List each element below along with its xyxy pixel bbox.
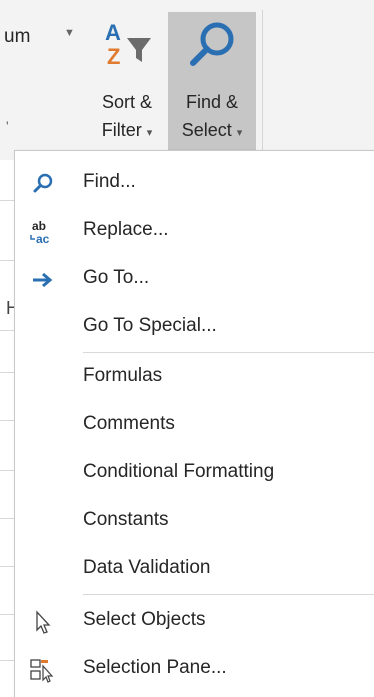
menu-item-label: Constants [83, 509, 169, 530]
menu-item-find[interactable]: Find... [15, 159, 374, 207]
menu-item-label: Go To Special... [83, 315, 217, 336]
svg-text:ab: ab [32, 219, 46, 233]
menu-separator [83, 594, 374, 595]
gridline [0, 260, 14, 261]
autosum-label[interactable]: um [4, 26, 30, 48]
menu-item-label: Formulas [83, 365, 163, 386]
menu-item-label: Data Validation [83, 557, 211, 578]
autosum-dropdown-caret[interactable]: ▼ [64, 27, 75, 39]
arrow-right-icon [33, 272, 53, 288]
clear-button-fragment[interactable]: ' [6, 118, 9, 134]
menu-item-comments[interactable]: Comments [15, 401, 374, 449]
menu-item-label: Conditional Formatting [83, 461, 275, 482]
menu-item-conditional-formatting[interactable]: Conditional Formatting [15, 449, 374, 497]
chevron-down-icon: ▾ [236, 127, 243, 139]
gridline [0, 566, 14, 567]
menu-item-go-to[interactable]: Go To... [15, 255, 374, 303]
svg-text:ac: ac [36, 232, 50, 246]
menu-item-label: Find... [83, 171, 136, 192]
replace-icon: ab ac [30, 219, 50, 246]
ribbon: um ▼ ' A Z Sort & Filter ▾ Find & Select… [0, 0, 374, 160]
find-select-button[interactable]: Find & Select ▾ [168, 12, 256, 152]
menu-item-label: Replace... [83, 219, 169, 240]
menu-item-constants[interactable]: Constants [15, 497, 374, 545]
gridline [0, 470, 14, 471]
gridline [0, 660, 14, 661]
svg-text:A: A [105, 20, 121, 45]
sort-filter-icon: A Z [105, 20, 151, 69]
worksheet-edge [0, 160, 14, 696]
ribbon-group-divider [262, 10, 263, 150]
gridline [0, 518, 14, 519]
menu-item-select-objects[interactable]: Select Objects [15, 597, 374, 645]
menu-item-label: Select Objects [83, 609, 206, 630]
menu-item-replace[interactable]: ab ac Replace... [15, 207, 374, 255]
menu-item-data-validation[interactable]: Data Validation [15, 545, 374, 593]
gridline [0, 420, 14, 421]
magnifier-icon [190, 22, 234, 66]
find-select-label-line1: Find & [185, 92, 239, 112]
gridline [0, 200, 14, 201]
sort-filter-label-line1: Sort & [101, 92, 153, 112]
find-select-menu: Find... ab ac Replace... Go To... Go To … [14, 150, 374, 697]
find-select-label-line2: Select ▾ [181, 120, 243, 140]
svg-text:Z: Z [107, 44, 120, 69]
sort-filter-button[interactable]: A Z Sort & Filter ▾ [88, 12, 166, 152]
menu-item-go-to-special[interactable]: Go To Special... [15, 303, 374, 351]
sort-filter-label-line2: Filter ▾ [101, 120, 153, 140]
menu-item-label: Comments [83, 413, 175, 434]
chevron-down-icon: ▾ [146, 127, 153, 139]
cursor-arrow-icon [36, 610, 51, 634]
menu-item-label: Selection Pane... [83, 657, 227, 678]
gridline [0, 614, 14, 615]
menu-item-selection-pane[interactable]: Selection Pane... [15, 645, 374, 693]
menu-item-label: Go To... [83, 267, 150, 288]
selection-pane-icon [30, 659, 54, 683]
gridline [0, 330, 14, 331]
gridline [0, 372, 14, 373]
magnifier-icon [33, 173, 53, 193]
menu-item-formulas[interactable]: Formulas [15, 353, 374, 401]
